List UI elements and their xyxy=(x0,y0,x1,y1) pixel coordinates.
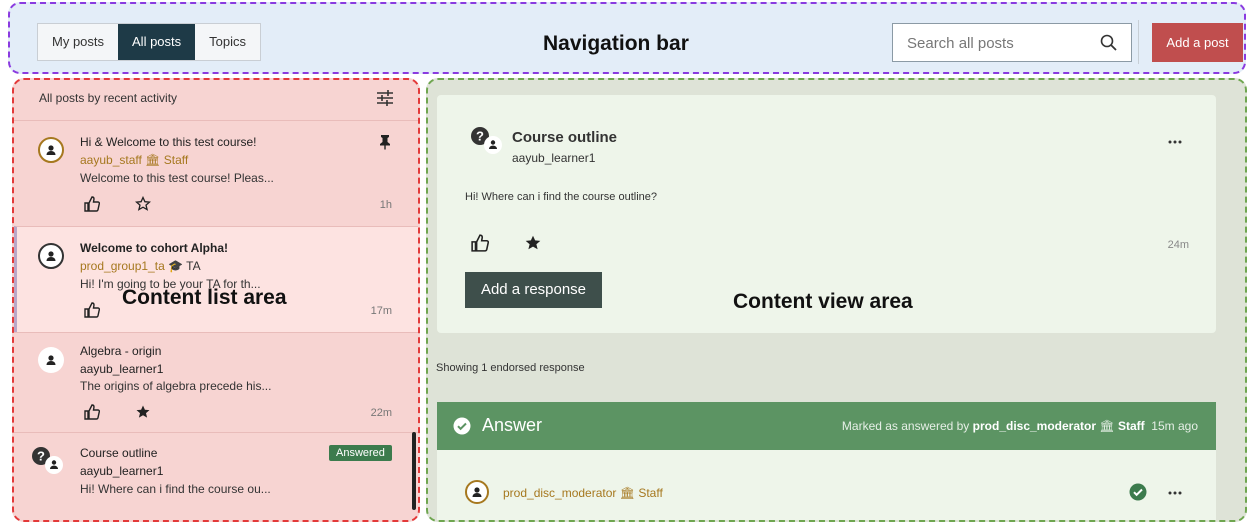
question-icon: ? xyxy=(32,447,63,474)
role-badge: Staff xyxy=(1117,419,1145,433)
post-detail-author: aayub_learner1 xyxy=(512,151,596,165)
answer-header: Answer Marked as answered by prod_disc_m… xyxy=(437,402,1216,450)
tab-my-posts[interactable]: My posts xyxy=(38,24,118,60)
moderator-name: prod_disc_moderator xyxy=(972,419,1097,433)
svg-text:?: ? xyxy=(37,449,45,464)
post-author: aayub_learner1 xyxy=(80,362,164,376)
answer-time: 15m ago xyxy=(1151,419,1198,433)
answered-badge: Answered xyxy=(329,445,392,461)
post-time: 1h xyxy=(379,199,392,211)
tab-all-posts[interactable]: All posts xyxy=(118,24,196,60)
response-author: prod_disc_moderator 🏛 Staff xyxy=(503,486,663,500)
like-icon[interactable] xyxy=(84,302,100,318)
star-outline-icon[interactable] xyxy=(135,196,151,212)
endorsed-check-icon xyxy=(1129,483,1147,501)
content-view-area-label: Content view area xyxy=(733,290,913,313)
response-card: prod_disc_moderator 🏛 Staff xyxy=(437,450,1216,520)
endorsed-count: Showing 1 endorsed response xyxy=(436,362,585,374)
user-icon xyxy=(472,487,482,497)
list-item[interactable]: Algebra - origin aayub_learner1 The orig… xyxy=(14,332,418,432)
star-filled-icon[interactable] xyxy=(524,234,542,252)
add-post-button[interactable]: Add a post xyxy=(1152,23,1243,62)
avatar xyxy=(465,480,489,504)
navigation-bar-label: Navigation bar xyxy=(543,32,689,55)
search-input[interactable]: Search all posts xyxy=(892,23,1132,62)
role-badge: TA xyxy=(186,259,201,273)
post-snippet: Hi! Where can i find the course ou... xyxy=(80,482,271,496)
list-sort-label: All posts by recent activity xyxy=(39,91,178,105)
star-filled-icon[interactable] xyxy=(135,404,151,420)
post-detail-body: Hi! Where can i find the course outline? xyxy=(465,191,657,203)
tab-topics[interactable]: Topics xyxy=(195,24,260,60)
pin-icon xyxy=(380,135,390,150)
like-icon[interactable] xyxy=(84,404,100,420)
list-header: All posts by recent activity xyxy=(14,80,418,120)
list-scrollbar[interactable] xyxy=(412,432,416,510)
post-title: Algebra - origin xyxy=(80,344,162,358)
role-badge: Staff xyxy=(638,486,663,500)
add-response-button[interactable]: Add a response xyxy=(465,272,602,308)
user-icon xyxy=(46,355,56,365)
filter-icon[interactable] xyxy=(375,88,395,108)
staff-icon: 🏛 xyxy=(619,486,635,500)
post-title: Welcome to cohort Alpha! xyxy=(80,241,229,255)
like-icon[interactable] xyxy=(471,234,489,252)
like-icon[interactable] xyxy=(84,196,100,212)
post-tabs: My posts All posts Topics xyxy=(37,23,262,61)
search-placeholder: Search all posts xyxy=(907,35,1014,52)
user-icon xyxy=(46,251,56,261)
more-options-icon[interactable] xyxy=(1167,138,1183,146)
post-time: 17m xyxy=(370,305,392,317)
post-time: 22m xyxy=(370,407,392,419)
list-item[interactable]: Welcome to cohort Alpha! prod_group1_ta … xyxy=(14,226,418,332)
post-author: aayub_staff 🏛 Staff xyxy=(80,153,189,167)
staff-icon: 🏛 xyxy=(145,153,161,167)
post-title: Course outline xyxy=(80,446,158,460)
post-snippet: Welcome to this test course! Pleas... xyxy=(80,171,274,185)
nav-divider xyxy=(1138,20,1139,64)
avatar xyxy=(38,243,64,269)
post-detail-time: 24m xyxy=(1167,239,1189,251)
post-snippet: The origins of algebra precede his... xyxy=(80,379,272,393)
content-list-area-label: Content list area xyxy=(122,286,287,309)
more-options-icon[interactable] xyxy=(1167,489,1183,497)
answer-meta: Marked as answered by prod_disc_moderato… xyxy=(841,419,1198,433)
answer-title: Answer xyxy=(482,415,543,435)
svg-text:?: ? xyxy=(476,129,484,144)
user-icon xyxy=(46,145,56,155)
post-author: prod_group1_ta 🎓 TA xyxy=(80,259,201,273)
post-title: Hi & Welcome to this test course! xyxy=(80,135,257,149)
question-icon: ? xyxy=(471,127,502,154)
avatar xyxy=(38,137,64,163)
role-badge: Staff xyxy=(163,153,189,167)
post-author: aayub_learner1 xyxy=(80,464,164,478)
list-item[interactable]: Hi & Welcome to this test course! aayub_… xyxy=(14,120,418,226)
navigation-bar: My posts All posts Topics Navigation bar… xyxy=(8,2,1246,74)
search-icon[interactable] xyxy=(1099,33,1119,53)
staff-icon: 🏛 xyxy=(1099,419,1115,433)
avatar xyxy=(38,347,64,373)
post-detail-title: Course outline xyxy=(512,129,618,146)
ta-cap-icon: 🎓 xyxy=(168,259,184,273)
content-list-area: All posts by recent activity Hi & Welcom… xyxy=(12,78,420,522)
content-view-area: ? Course outline aayub_learner1 Hi! Wher… xyxy=(426,78,1247,522)
list-item[interactable]: ? Course outline Answered aayub_learner1… xyxy=(14,432,418,520)
check-circle-icon xyxy=(453,417,471,435)
